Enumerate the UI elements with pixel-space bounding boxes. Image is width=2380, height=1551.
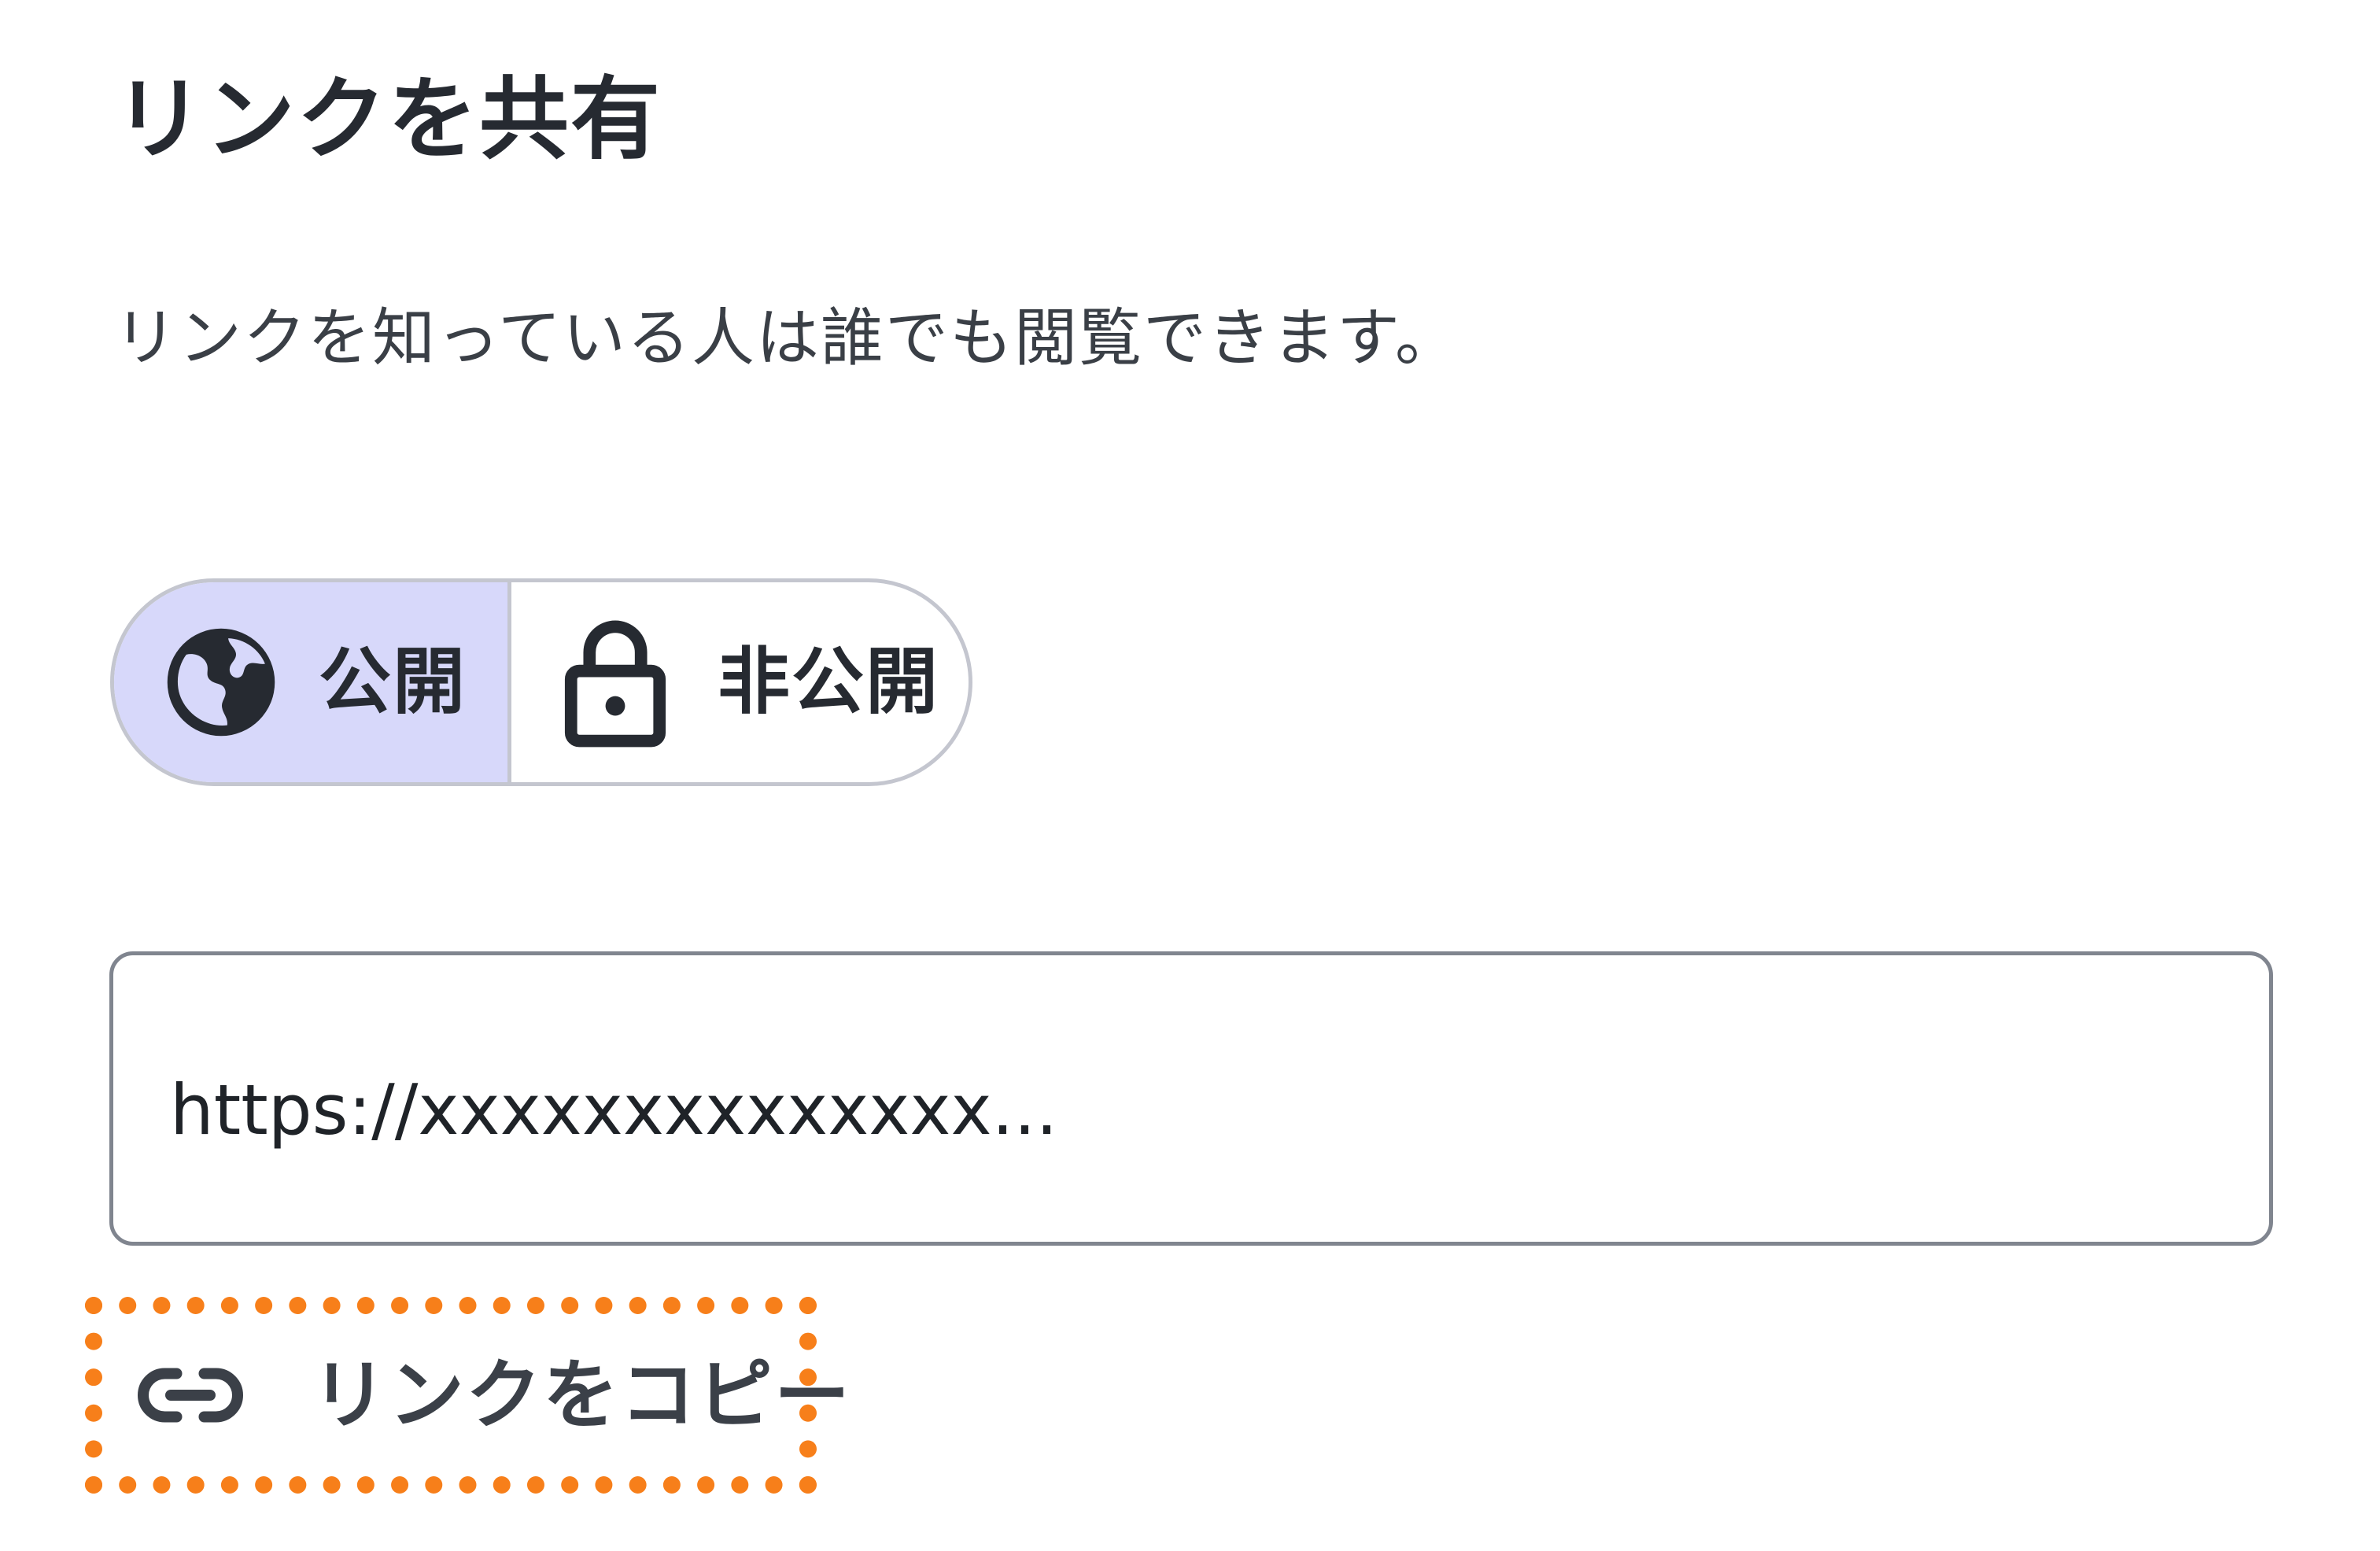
public-option[interactable]: 公開	[114, 582, 511, 782]
public-label: 公開	[319, 640, 467, 724]
page-title: リンクを共有	[114, 67, 662, 172]
globe-icon	[160, 621, 282, 744]
share-url-text: https://xxxxxxxxxxxxxx...	[170, 1069, 1058, 1150]
description-text: リンクを知っている人は誰でも閲覧できます。	[114, 301, 1459, 375]
copy-link-button[interactable]: リンクをコピー	[85, 1297, 850, 1494]
private-option[interactable]: 非公開	[511, 582, 969, 782]
share-url-field[interactable]: https://xxxxxxxxxxxxxx...	[109, 951, 2273, 1246]
link-icon	[135, 1365, 245, 1425]
lock-icon	[563, 615, 667, 749]
visibility-toggle: 公開 非公開	[110, 578, 972, 786]
private-label: 非公開	[718, 640, 940, 724]
copy-link-label: リンクをコピー	[312, 1351, 851, 1439]
